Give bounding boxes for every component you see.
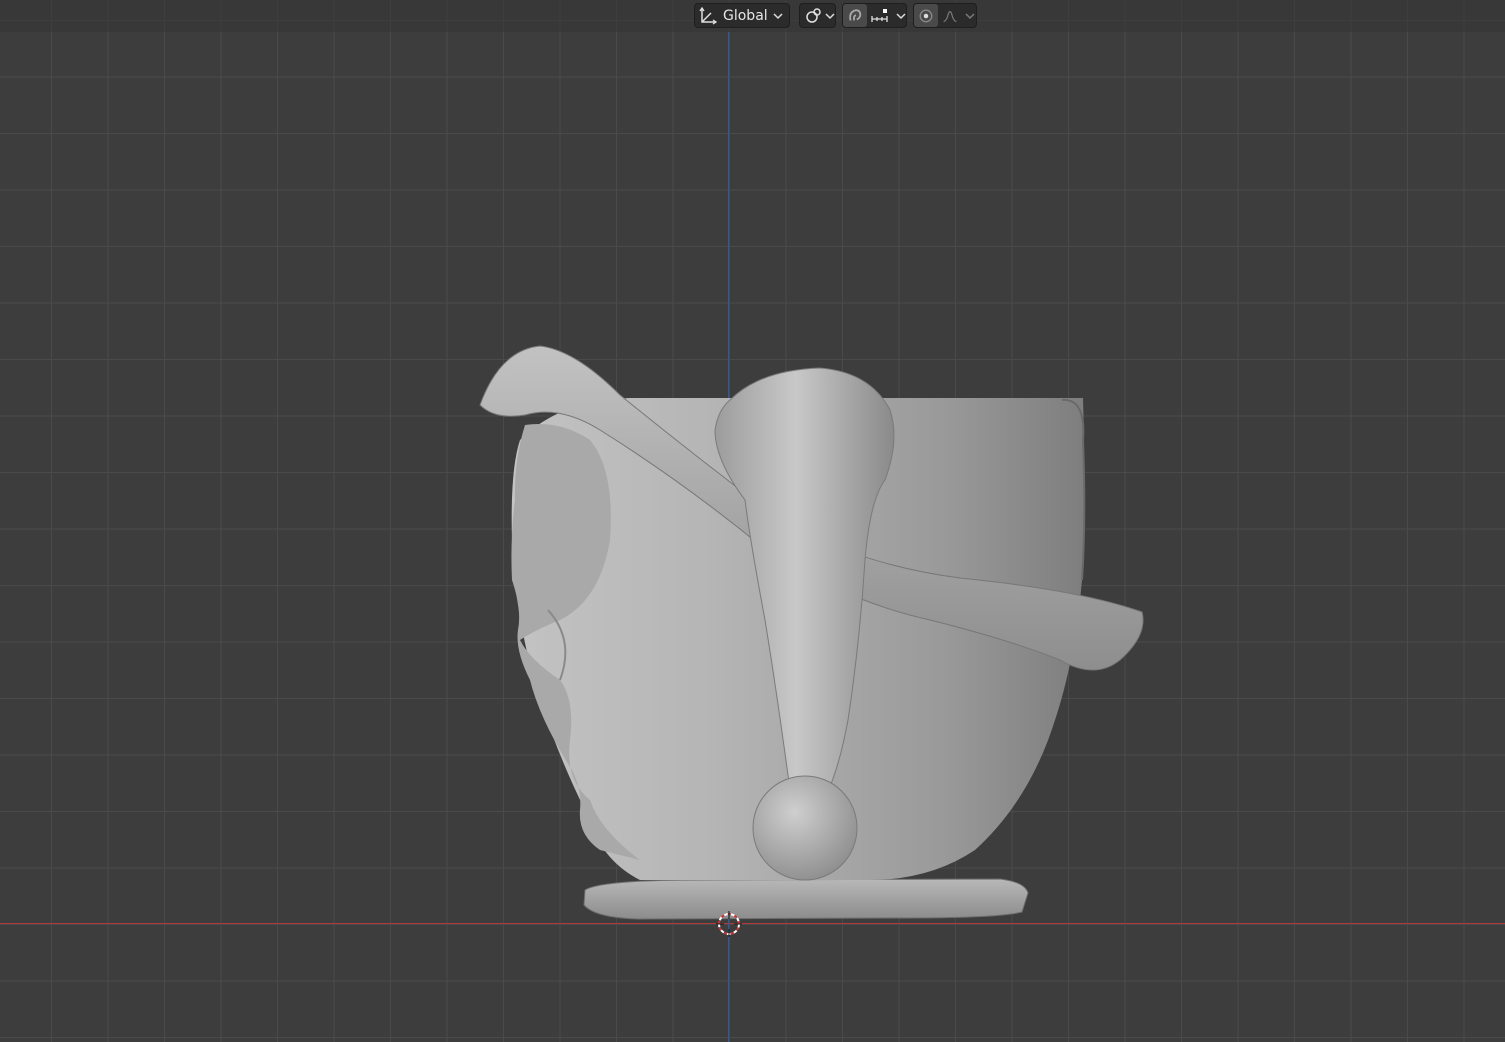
chevron-down-icon[interactable] (896, 12, 906, 20)
snap-magnet-icon[interactable] (843, 4, 867, 27)
chevron-down-icon (825, 12, 835, 19)
proportional-falloff-icon[interactable] (938, 4, 962, 27)
snap-increment-icon[interactable] (867, 4, 893, 27)
transform-orientation-dropdown[interactable]: Global (694, 3, 790, 28)
transform-orientation-icon (695, 4, 721, 27)
chevron-down-icon (773, 12, 783, 19)
snapping-group (842, 3, 907, 28)
mesh-nose-ball (752, 775, 858, 881)
mesh-base (583, 878, 1029, 920)
chevron-down-icon[interactable] (965, 12, 975, 20)
pivot-point-dropdown[interactable] (799, 3, 836, 28)
3d-cursor-icon[interactable] (716, 911, 742, 937)
transform-orientation-label: Global (723, 7, 768, 24)
proportional-edit-group (913, 3, 977, 28)
pivot-point-icon (800, 4, 822, 27)
mesh-object[interactable] (0, 0, 1505, 1042)
proportional-edit-icon[interactable] (914, 4, 938, 27)
